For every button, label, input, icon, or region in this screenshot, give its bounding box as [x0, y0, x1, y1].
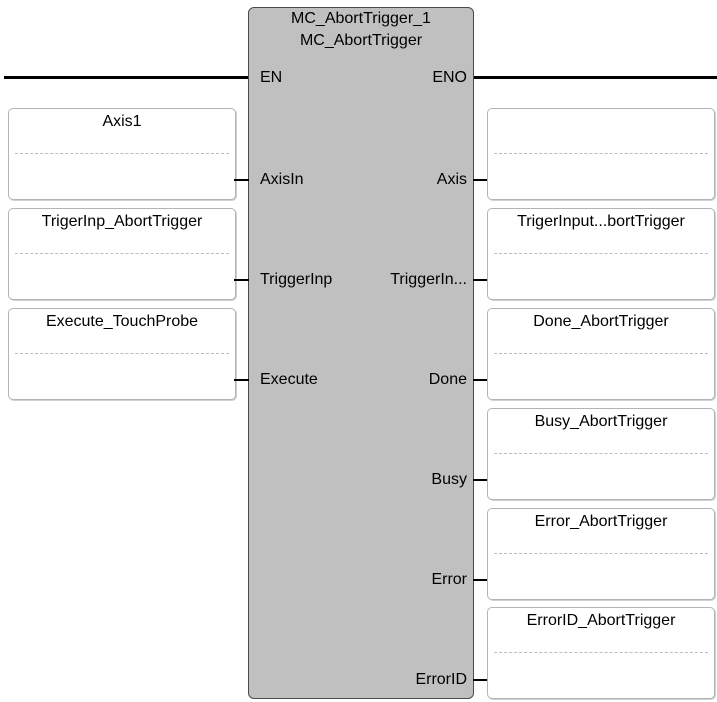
- pin-errorid: ErrorID: [415, 671, 467, 688]
- pin-error: Error: [431, 571, 467, 588]
- output-variable-name: ErrorID_AbortTrigger: [526, 612, 676, 629]
- input-variable-box[interactable]: TrigerInp_AbortTrigger: [8, 208, 236, 300]
- value-area: [9, 261, 235, 281]
- pin-connector: [473, 479, 488, 481]
- input-variable-name: Axis1: [102, 113, 142, 130]
- pin-execute: Execute: [260, 371, 318, 388]
- pin-connector: [234, 179, 249, 181]
- pin-triggerinp: TriggerInp: [260, 271, 333, 288]
- divider: [15, 153, 229, 154]
- output-variable-box[interactable]: Error_AbortTrigger: [487, 508, 715, 600]
- output-variable-name: TrigerInput...bortTrigger: [517, 213, 685, 230]
- pin-connector: [473, 579, 488, 581]
- block-type-name: MC_AbortTrigger: [299, 32, 423, 49]
- output-variable-name: Done_AbortTrigger: [533, 313, 669, 330]
- output-variable-box[interactable]: TrigerInput...bortTrigger: [487, 208, 715, 300]
- pin-connector: [473, 379, 488, 381]
- block-instance-name[interactable]: MC_AbortTrigger_1: [248, 10, 474, 28]
- pin-en: EN: [260, 69, 283, 86]
- output-variable-box[interactable]: Done_AbortTrigger: [487, 308, 715, 400]
- pin-eno: ENO: [432, 69, 467, 86]
- pin-axis: Axis: [436, 171, 467, 188]
- pin-connector: [234, 379, 249, 381]
- pin-connector: [473, 179, 488, 181]
- divider: [494, 253, 708, 254]
- eno-output-rail: [472, 76, 717, 79]
- pin-connector: [473, 679, 488, 681]
- pin-busy: Busy: [431, 471, 467, 488]
- input-variable-name: TrigerInp_AbortTrigger: [41, 213, 203, 230]
- value-area: [488, 361, 714, 381]
- value-area: [488, 561, 714, 581]
- output-variable-box[interactable]: [487, 108, 715, 200]
- function-block[interactable]: [248, 7, 474, 699]
- pin-axisin: AxisIn: [260, 171, 304, 188]
- output-variable-name: Busy_AbortTrigger: [534, 413, 668, 430]
- divider: [494, 453, 708, 454]
- divider: [494, 153, 708, 154]
- en-input-rail: [4, 76, 250, 79]
- pin-connector: [234, 279, 249, 281]
- input-variable-box[interactable]: Axis1: [8, 108, 236, 200]
- divider: [494, 652, 708, 653]
- input-variable-box[interactable]: Execute_TouchProbe: [8, 308, 236, 400]
- value-area: [9, 361, 235, 381]
- input-variable-name: Execute_TouchProbe: [45, 313, 199, 330]
- pin-triggerin: TriggerIn...: [390, 271, 467, 288]
- value-area: [488, 461, 714, 481]
- output-variable-name: Error_AbortTrigger: [534, 513, 668, 530]
- value-area: [488, 660, 714, 680]
- output-variable-box[interactable]: Busy_AbortTrigger: [487, 408, 715, 500]
- pin-done: Done: [428, 371, 467, 388]
- value-area: [488, 261, 714, 281]
- divider: [494, 353, 708, 354]
- pin-connector: [473, 279, 488, 281]
- divider: [494, 553, 708, 554]
- value-area: [488, 161, 714, 181]
- divider: [15, 253, 229, 254]
- divider: [15, 353, 229, 354]
- value-area: [9, 161, 235, 181]
- output-variable-box[interactable]: ErrorID_AbortTrigger: [487, 607, 715, 699]
